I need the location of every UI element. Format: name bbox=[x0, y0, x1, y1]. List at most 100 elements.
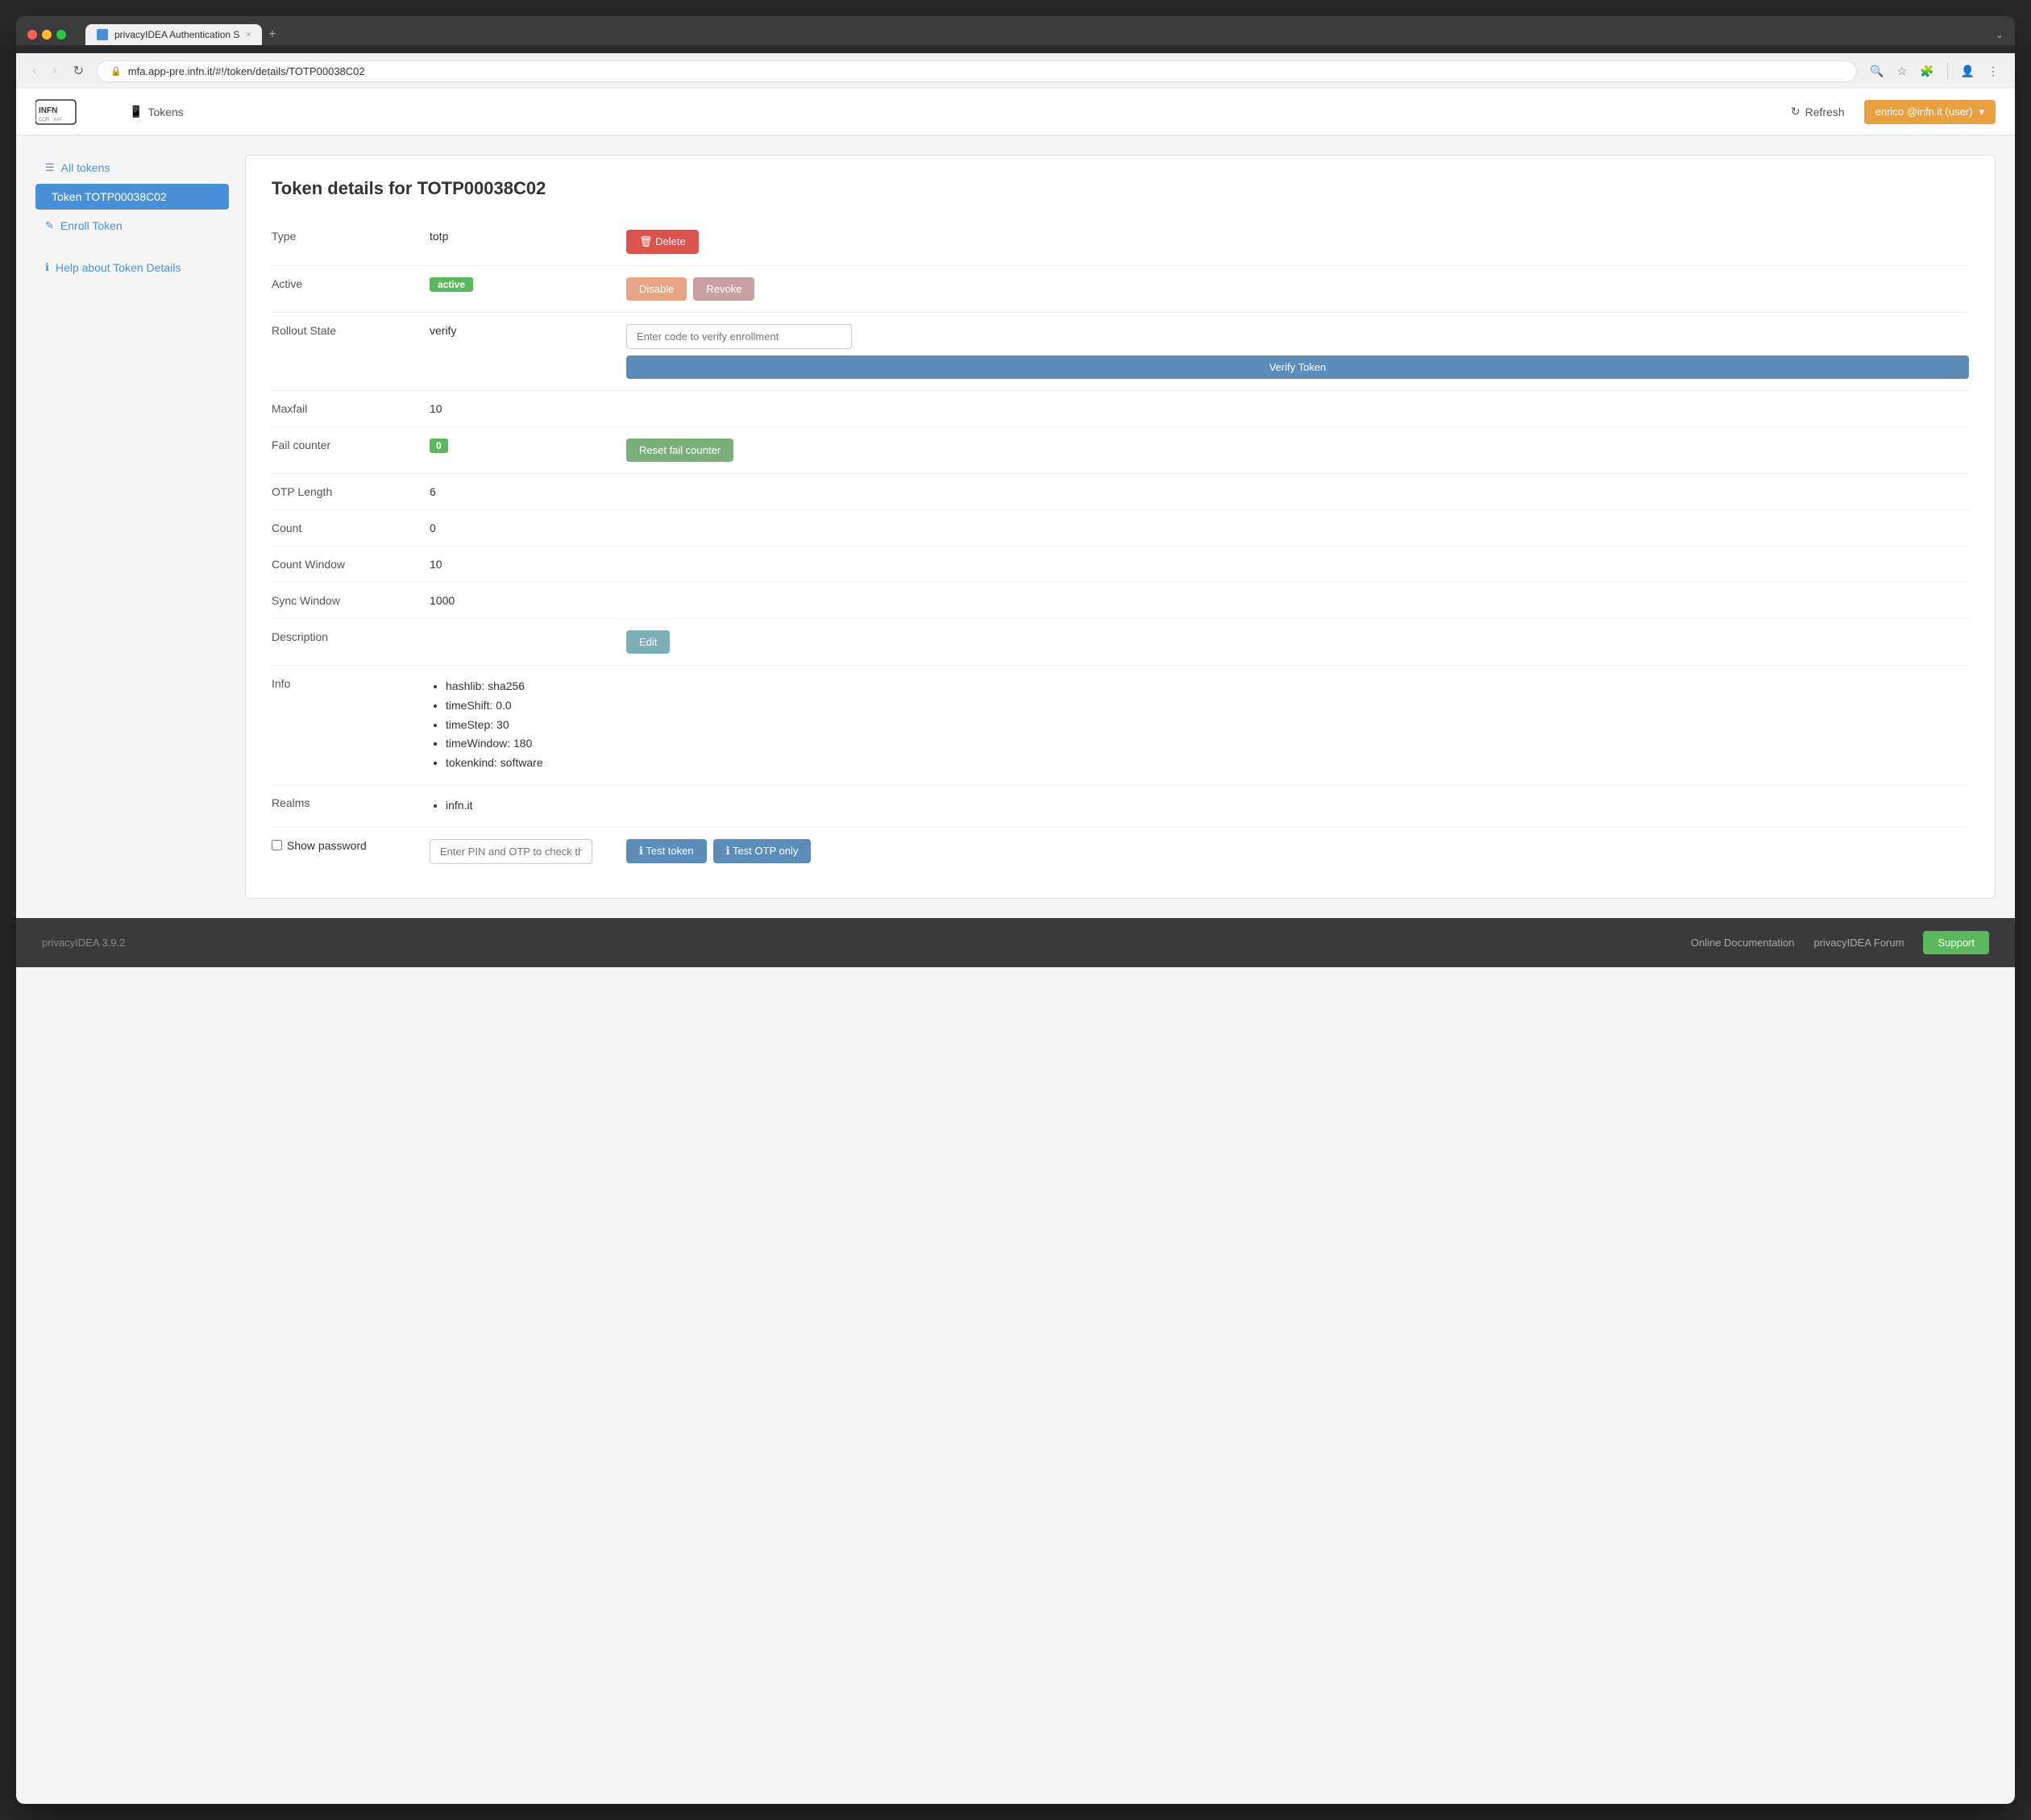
forum-link[interactable]: privacyIDEA Forum bbox=[1813, 937, 1904, 949]
sidebar-item-current-token[interactable]: Token TOTP00038C02 bbox=[35, 184, 229, 210]
otp-length-label: OTP Length bbox=[272, 474, 417, 510]
help-label: Help about Token Details bbox=[56, 261, 181, 274]
menu-icon[interactable]: ⋮ bbox=[1984, 61, 2002, 81]
table-row: Description Edit bbox=[272, 619, 1969, 666]
disable-button[interactable]: Disable bbox=[626, 277, 687, 301]
show-password-label[interactable]: Show password bbox=[272, 839, 404, 852]
sync-window-value: 1000 bbox=[417, 583, 626, 619]
address-input[interactable]: 🔒 mfa.app-pre.infn.it/#!/token/details/T… bbox=[97, 60, 1857, 82]
show-password-cell: Show password bbox=[272, 827, 417, 875]
rollout-actions: Verify Token bbox=[626, 313, 1969, 391]
edit-button[interactable]: Edit bbox=[626, 630, 670, 654]
maximize-traffic-light[interactable] bbox=[56, 30, 66, 39]
otp-length-value: 6 bbox=[417, 474, 626, 510]
count-window-actions bbox=[626, 546, 1969, 583]
otp-length-actions bbox=[626, 474, 1969, 510]
table-row: Info hashlib: sha256 timeShift: 0.0 time… bbox=[272, 666, 1969, 785]
pin-otp-input[interactable] bbox=[430, 839, 592, 864]
active-tab[interactable]: privacyIDEA Authentication S × bbox=[85, 24, 262, 45]
test-token-button[interactable]: ℹ Test token bbox=[626, 839, 707, 863]
realms-actions bbox=[626, 784, 1969, 827]
verify-token-button[interactable]: Verify Token bbox=[626, 355, 1969, 379]
detail-table: Type totp 🗑 Delete bbox=[272, 218, 1969, 875]
sidebar-item-enroll[interactable]: ✎ Enroll Token bbox=[35, 213, 229, 239]
count-window-value: 10 bbox=[417, 546, 626, 583]
user-dropdown-arrow: ▾ bbox=[1979, 106, 1984, 118]
new-tab-button[interactable]: + bbox=[268, 27, 276, 42]
table-row: Count 0 bbox=[272, 510, 1969, 546]
reset-fail-counter-button[interactable]: Reset fail counter bbox=[626, 438, 733, 462]
sidebar: ☰ All tokens Token TOTP00038C02 ✎ Enroll… bbox=[35, 155, 229, 899]
list-item: timeWindow: 180 bbox=[446, 734, 613, 754]
online-doc-link[interactable]: Online Documentation bbox=[1691, 937, 1795, 949]
tokens-icon: 📱 bbox=[129, 105, 143, 118]
type-actions: 🗑 Delete bbox=[626, 218, 1969, 266]
main-content: ☰ All tokens Token TOTP00038C02 ✎ Enroll… bbox=[16, 135, 2015, 918]
info-value: hashlib: sha256 timeShift: 0.0 timeStep:… bbox=[417, 666, 626, 785]
tab-close-button[interactable]: × bbox=[246, 31, 251, 39]
active-actions: Disable Revoke bbox=[626, 266, 1969, 313]
delete-button[interactable]: 🗑 Delete bbox=[626, 230, 699, 254]
sidebar-divider bbox=[35, 242, 229, 255]
close-traffic-light[interactable] bbox=[27, 30, 37, 39]
count-actions bbox=[626, 510, 1969, 546]
footer: privacyIDEA 3.9.2 Online Documentation p… bbox=[16, 918, 2015, 967]
back-button[interactable]: ‹ bbox=[29, 60, 39, 81]
rollout-label: Rollout State bbox=[272, 313, 417, 391]
tab-title: privacyIDEA Authentication S bbox=[114, 29, 239, 40]
maxfail-label: Maxfail bbox=[272, 391, 417, 427]
table-row: Sync Window 1000 bbox=[272, 583, 1969, 619]
info-label: Info bbox=[272, 666, 417, 785]
fail-counter-actions: Reset fail counter bbox=[626, 427, 1969, 474]
table-row: Realms infn.it bbox=[272, 784, 1969, 827]
list-item: hashlib: sha256 bbox=[446, 677, 613, 696]
table-row: Rollout State verify Verify Token bbox=[272, 313, 1969, 391]
maxfail-actions bbox=[626, 391, 1969, 427]
refresh-button[interactable]: ↻ Refresh bbox=[1781, 100, 1854, 123]
active-value: active bbox=[417, 266, 626, 313]
list-icon: ☰ bbox=[45, 161, 55, 174]
fail-counter-value: 0 bbox=[417, 427, 626, 474]
description-value bbox=[417, 619, 626, 666]
list-item: tokenkind: software bbox=[446, 754, 613, 773]
tab-overflow-icon[interactable]: ⌄ bbox=[1996, 29, 2004, 40]
current-token-label: Token TOTP00038C02 bbox=[52, 190, 167, 203]
revoke-button[interactable]: Revoke bbox=[693, 277, 754, 301]
url-text: mfa.app-pre.infn.it/#!/token/details/TOT… bbox=[128, 65, 1843, 77]
tab-favicon bbox=[97, 29, 108, 40]
verify-enrollment-input[interactable] bbox=[626, 324, 852, 349]
nav-tokens[interactable]: 📱 Tokens bbox=[118, 98, 195, 125]
bookmark-icon[interactable]: ☆ bbox=[1894, 61, 1911, 81]
logo: INFN COR · AAI bbox=[35, 97, 92, 127]
enroll-icon: ✎ bbox=[45, 219, 54, 232]
sidebar-item-help[interactable]: ℹ Help about Token Details bbox=[35, 255, 229, 280]
svg-text:INFN: INFN bbox=[39, 106, 57, 115]
profile-icon[interactable]: 👤 bbox=[1958, 61, 1978, 81]
count-label: Count bbox=[272, 510, 417, 546]
address-bar: ‹ › ↻ 🔒 mfa.app-pre.infn.it/#!/token/det… bbox=[16, 53, 2015, 89]
rollout-value: verify bbox=[417, 313, 626, 391]
type-label: Type bbox=[272, 218, 417, 266]
reload-button[interactable]: ↻ bbox=[70, 60, 87, 82]
show-password-checkbox[interactable] bbox=[272, 840, 282, 850]
extensions-icon[interactable]: 🧩 bbox=[1917, 61, 1937, 81]
list-item: timeStep: 30 bbox=[446, 716, 613, 735]
table-row: Active active Disable Revoke bbox=[272, 266, 1969, 313]
token-panel: Token details for TOTP00038C02 Type totp… bbox=[245, 155, 1996, 899]
test-otp-only-button[interactable]: ℹ Test OTP only bbox=[713, 839, 812, 863]
support-button[interactable]: Support bbox=[1923, 931, 1989, 954]
tab-bar: privacyIDEA Authentication S × + bbox=[85, 24, 1989, 45]
address-actions: 🔍 ☆ 🧩 👤 ⋮ bbox=[1867, 61, 2002, 81]
forward-button[interactable]: › bbox=[49, 60, 60, 81]
traffic-lights bbox=[27, 30, 66, 39]
nav-tokens-label: Tokens bbox=[147, 106, 183, 118]
maxfail-value: 10 bbox=[417, 391, 626, 427]
table-row: Fail counter 0 Reset fail counter bbox=[272, 427, 1969, 474]
sidebar-item-all-tokens[interactable]: ☰ All tokens bbox=[35, 155, 229, 181]
info-circle-icon: ℹ bbox=[639, 845, 643, 857]
user-menu-button[interactable]: enrico @infn.it (user) ▾ bbox=[1864, 100, 1996, 124]
sync-window-label: Sync Window bbox=[272, 583, 417, 619]
minimize-traffic-light[interactable] bbox=[42, 30, 52, 39]
search-icon[interactable]: 🔍 bbox=[1867, 61, 1887, 81]
info-actions bbox=[626, 666, 1969, 785]
